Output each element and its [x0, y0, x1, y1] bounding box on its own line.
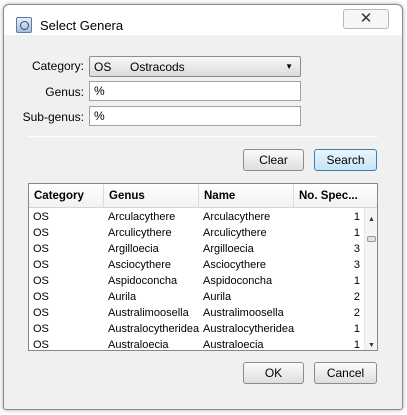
- cell-genus: Asciocythere: [108, 259, 171, 271]
- cell-name: Aspidoconcha: [203, 275, 273, 287]
- table-row[interactable]: OS Australimoosella Australimoosella 2: [29, 305, 366, 321]
- column-header-category[interactable]: Category: [29, 184, 104, 208]
- scroll-up-icon[interactable]: ▲: [368, 216, 375, 223]
- cell-category: OS: [33, 211, 49, 223]
- cell-name: Australocytheridea: [203, 323, 295, 335]
- table-row[interactable]: OS Aurila Aurila 2: [29, 289, 366, 305]
- column-header-no-species[interactable]: No. Spec...: [294, 184, 377, 208]
- cell-no-species: 1: [353, 339, 360, 351]
- genera-table[interactable]: Category Genus Name No. Spec... OS Arcul…: [28, 183, 378, 351]
- genus-label: Genus:: [45, 85, 84, 99]
- separator: [28, 136, 378, 137]
- cell-no-species: 1: [353, 211, 360, 223]
- cell-category: OS: [33, 227, 49, 239]
- table-row[interactable]: OS Australoecia Australoecia 1: [29, 337, 366, 351]
- cell-genus: Australimoosella: [108, 307, 189, 319]
- cell-name: Arculicythere: [203, 227, 267, 239]
- close-icon: ✕: [359, 10, 373, 27]
- column-header-name[interactable]: Name: [199, 184, 294, 208]
- cell-name: Australimoosella: [203, 307, 284, 319]
- title-bar: Select Genera ✕: [4, 5, 402, 35]
- cell-genus: Argilloecia: [108, 243, 159, 255]
- category-label: Category:: [31, 59, 84, 73]
- subgenus-label: Sub-genus:: [22, 110, 84, 124]
- vertical-scrollbar[interactable]: ▲ ▼: [364, 208, 377, 350]
- cell-genus: Arculicythere: [108, 227, 172, 239]
- chevron-down-icon: ▼: [285, 62, 293, 71]
- cell-no-species: 1: [353, 323, 360, 335]
- table-row[interactable]: OS Arculacythere Arculacythere 1: [29, 209, 366, 225]
- cell-no-species: 1: [353, 275, 360, 287]
- select-genera-dialog: Select Genera ✕ Category: OS Ostracods ▼…: [3, 4, 403, 410]
- category-name: Ostracods: [130, 60, 185, 74]
- cell-no-species: 3: [353, 243, 360, 255]
- cell-no-species: 1: [353, 227, 360, 239]
- cell-genus: Aspidoconcha: [108, 275, 178, 287]
- subgenus-field[interactable]: %: [89, 106, 301, 126]
- column-header-genus[interactable]: Genus: [104, 184, 199, 208]
- app-icon: [16, 17, 32, 33]
- ok-button[interactable]: OK: [243, 362, 304, 384]
- cell-name: Australoecia: [203, 339, 264, 351]
- cell-no-species: 2: [353, 307, 360, 319]
- category-code: OS: [94, 60, 112, 74]
- cell-category: OS: [33, 291, 49, 303]
- category-dropdown[interactable]: OS Ostracods ▼: [89, 56, 301, 77]
- cell-no-species: 2: [353, 291, 360, 303]
- genus-field[interactable]: %: [89, 81, 301, 101]
- cell-category: OS: [33, 323, 49, 335]
- table-body: OS Arculacythere Arculacythere 1 OS Arcu…: [29, 209, 366, 351]
- cancel-button[interactable]: Cancel: [314, 362, 377, 384]
- cell-category: OS: [33, 243, 49, 255]
- table-header: Category Genus Name No. Spec...: [29, 184, 377, 208]
- cell-genus: Australocytheridea: [108, 323, 200, 335]
- cell-genus: Aurila: [108, 291, 137, 303]
- cell-category: OS: [33, 339, 49, 351]
- clear-button[interactable]: Clear: [243, 149, 304, 171]
- table-row[interactable]: OS Asciocythere Asciocythere 3: [29, 257, 366, 273]
- scroll-down-icon[interactable]: ▼: [368, 342, 375, 349]
- search-button[interactable]: Search: [314, 149, 377, 171]
- window-title: Select Genera: [40, 18, 124, 33]
- cell-category: OS: [33, 307, 49, 319]
- table-row[interactable]: OS Australocytheridea Australocytheridea…: [29, 321, 366, 337]
- cell-no-species: 3: [353, 259, 360, 271]
- cell-genus: Arculacythere: [108, 211, 176, 223]
- cell-category: OS: [33, 275, 49, 287]
- cell-name: Asciocythere: [203, 259, 266, 271]
- cell-name: Aurila: [203, 291, 232, 303]
- table-row[interactable]: OS Aspidoconcha Aspidoconcha 1: [29, 273, 366, 289]
- cell-genus: Australoecia: [108, 339, 169, 351]
- cell-name: Arculacythere: [203, 211, 271, 223]
- table-row[interactable]: OS Argilloecia Argilloecia 3: [29, 241, 366, 257]
- cell-name: Argilloecia: [203, 243, 254, 255]
- cell-category: OS: [33, 259, 49, 271]
- scroll-thumb[interactable]: [367, 236, 376, 242]
- close-button[interactable]: ✕: [343, 9, 389, 29]
- table-row[interactable]: OS Arculicythere Arculicythere 1: [29, 225, 366, 241]
